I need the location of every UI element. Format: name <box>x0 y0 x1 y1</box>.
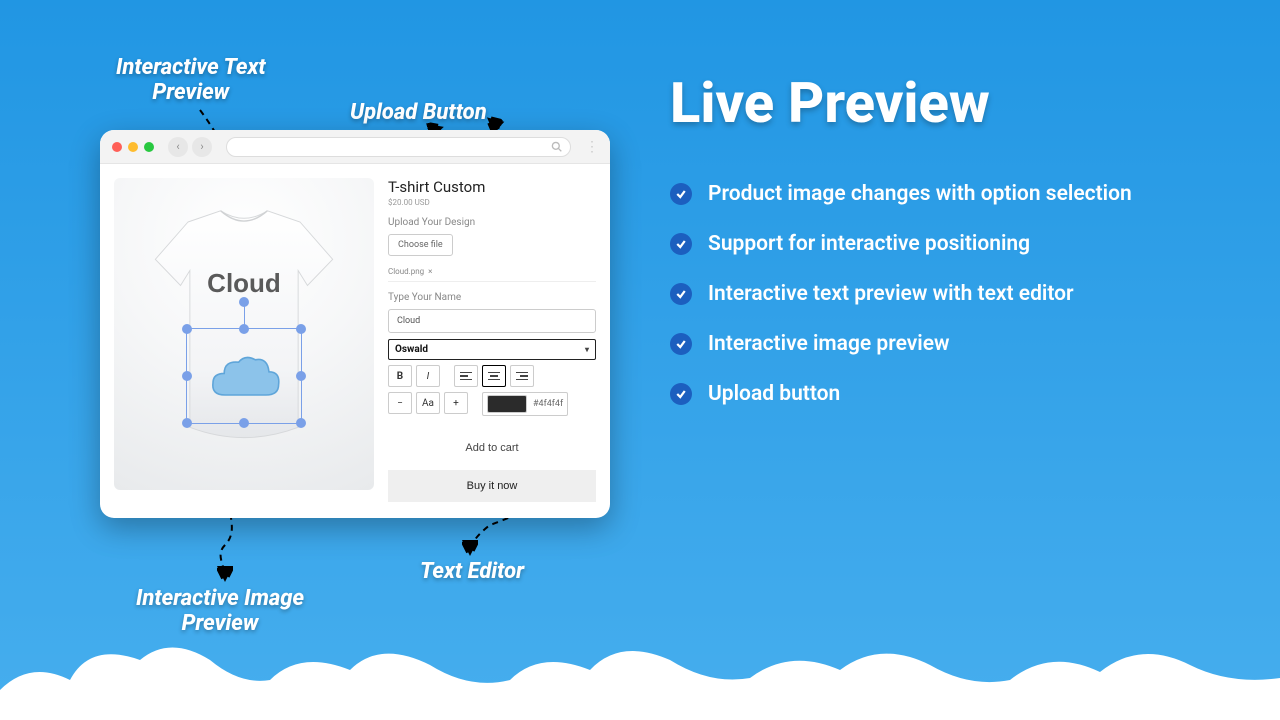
uploaded-image-overlay[interactable] <box>205 349 285 409</box>
callout-image-preview: Interactive Image Preview <box>136 586 304 637</box>
feature-label: Support for interactive positioning <box>708 232 1030 256</box>
rotate-handle[interactable] <box>239 297 249 307</box>
window-maximize-icon[interactable] <box>144 142 154 152</box>
callout-upload-button: Upload Button <box>350 100 487 125</box>
feature-label: Upload button <box>708 382 840 406</box>
callout-text-preview: Interactive Text Preview <box>116 55 266 106</box>
feature-label: Interactive text preview with text edito… <box>708 282 1074 306</box>
check-icon <box>670 333 692 355</box>
remove-file-icon[interactable]: × <box>428 267 432 276</box>
feature-row: Support for interactive positioning <box>670 232 1250 256</box>
search-icon <box>551 141 562 152</box>
align-center-button[interactable] <box>482 365 506 387</box>
italic-button[interactable]: I <box>416 365 440 387</box>
resize-handle[interactable] <box>239 418 249 428</box>
callout-text-editor: Text Editor <box>420 559 524 584</box>
choose-file-button[interactable]: Choose file <box>388 234 453 256</box>
size-indicator: Aa <box>416 392 440 414</box>
marketing-panel: Live Preview Product image changes with … <box>670 70 1250 432</box>
window-minimize-icon[interactable] <box>128 142 138 152</box>
feature-label: Product image changes with option select… <box>708 182 1132 206</box>
add-to-cart-button[interactable]: Add to cart <box>388 434 596 462</box>
feature-row: Product image changes with option select… <box>670 182 1250 206</box>
text-format-toolbar: B I <box>388 365 596 387</box>
marketing-title: Live Preview <box>670 70 1250 136</box>
window-close-icon[interactable] <box>112 142 122 152</box>
align-left-button[interactable] <box>454 365 478 387</box>
chevron-down-icon: ▾ <box>585 345 589 354</box>
color-hex: #4f4f4f <box>533 399 563 409</box>
product-title: T-shirt Custom <box>388 178 596 196</box>
feature-row: Interactive image preview <box>670 332 1250 356</box>
decrease-size-button[interactable]: − <box>388 392 412 414</box>
browser-titlebar: ‹ › ⋮ <box>100 130 610 164</box>
resize-handle[interactable] <box>296 371 306 381</box>
resize-handle[interactable] <box>182 324 192 334</box>
resize-handle[interactable] <box>239 324 249 334</box>
product-price: $20.00 USD <box>388 198 596 207</box>
selection-box[interactable] <box>186 328 302 424</box>
color-picker[interactable]: #4f4f4f <box>482 392 568 416</box>
check-icon <box>670 283 692 305</box>
bold-button[interactable]: B <box>388 365 412 387</box>
resize-handle[interactable] <box>182 418 192 428</box>
align-right-button[interactable] <box>510 365 534 387</box>
feature-row: Interactive text preview with text edito… <box>670 282 1250 306</box>
buy-now-button[interactable]: Buy it now <box>388 470 596 502</box>
uploaded-filename: Cloud.png <box>388 267 424 276</box>
name-input[interactable]: Cloud <box>388 309 596 333</box>
text-size-color-toolbar: − Aa + #4f4f4f <box>388 392 596 416</box>
address-bar[interactable] <box>226 137 571 157</box>
color-swatch <box>487 395 527 413</box>
nav-back-button[interactable]: ‹ <box>168 137 188 157</box>
nav-forward-button[interactable]: › <box>192 137 212 157</box>
resize-handle[interactable] <box>296 418 306 428</box>
check-icon <box>670 383 692 405</box>
feature-row: Upload button <box>670 382 1250 406</box>
upload-label: Upload Your Design <box>388 217 596 228</box>
increase-size-button[interactable]: + <box>444 392 468 414</box>
decorative-clouds <box>0 630 1280 720</box>
product-canvas[interactable]: Cloud <box>114 178 374 490</box>
check-icon <box>670 183 692 205</box>
browser-menu-icon[interactable]: ⋮ <box>585 140 598 154</box>
font-select[interactable]: Oswald ▾ <box>388 339 596 360</box>
font-select-value: Oswald <box>395 344 428 355</box>
check-icon <box>670 233 692 255</box>
browser-window: ‹ › ⋮ <box>100 130 610 518</box>
feature-label: Interactive image preview <box>708 332 950 356</box>
type-name-label: Type Your Name <box>388 292 596 303</box>
resize-handle[interactable] <box>182 371 192 381</box>
canvas-text-overlay[interactable]: Cloud <box>114 268 374 299</box>
resize-handle[interactable] <box>296 324 306 334</box>
uploaded-file-chip: Cloud.png × <box>388 262 596 282</box>
product-form: T-shirt Custom $20.00 USD Upload Your De… <box>388 178 596 502</box>
